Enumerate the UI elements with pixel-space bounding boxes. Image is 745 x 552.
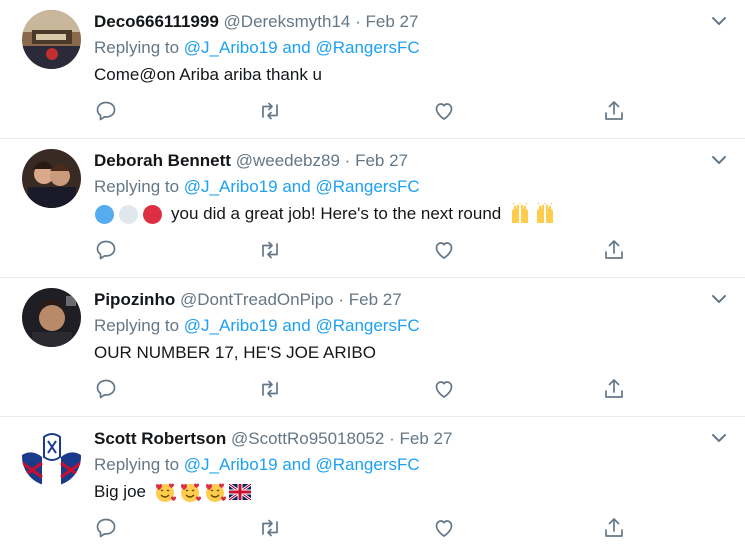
- like-heart-icon[interactable]: [432, 377, 456, 401]
- smiling-face-with-hearts-icon: [179, 481, 201, 503]
- mention-link[interactable]: @J_Aribo19: [184, 316, 278, 335]
- retweet-icon[interactable]: [258, 377, 282, 401]
- display-name[interactable]: Scott Robertson: [94, 429, 226, 448]
- chevron-down-icon[interactable]: [711, 292, 727, 304]
- tweet-body: Come@on Ariba ariba thank u: [94, 65, 322, 84]
- tweet-4[interactable]: Scott Robertson @ScottRo95018052 · Feb 2…: [0, 417, 745, 552]
- mention-link[interactable]: @RangersFC: [315, 177, 419, 196]
- replying-prefix: Replying to: [94, 38, 180, 57]
- smiling-face-with-hearts-icon: [154, 481, 176, 503]
- user-handle[interactable]: @DontTreadOnPipo: [180, 290, 334, 309]
- tweet-date[interactable]: Feb 27: [366, 12, 419, 31]
- tweet-text: Big joe: [94, 481, 254, 503]
- avatar-photo-icon: [22, 288, 81, 347]
- like-heart-icon[interactable]: [432, 516, 456, 540]
- tweet-date[interactable]: Feb 27: [355, 151, 408, 170]
- avatar-photo-icon: [22, 10, 81, 69]
- avatar[interactable]: [22, 149, 81, 208]
- tweet-date[interactable]: Feb 27: [349, 290, 402, 309]
- user-handle[interactable]: @weedebz89: [236, 151, 340, 170]
- replying-to: Replying to @J_Aribo19 and @RangersFC: [94, 177, 420, 197]
- retweet-icon[interactable]: [258, 99, 282, 123]
- tweet-body: you did a great job! Here's to the next …: [171, 204, 502, 223]
- share-icon[interactable]: [602, 377, 626, 401]
- share-icon[interactable]: [602, 238, 626, 262]
- mention-link[interactable]: @RangersFC: [315, 38, 419, 57]
- reply-icon[interactable]: [94, 99, 118, 123]
- display-name[interactable]: Deco666111999: [94, 12, 219, 31]
- user-handle[interactable]: @ScottRo95018052: [231, 429, 384, 448]
- tweet-text: you did a great job! Here's to the next …: [94, 203, 559, 225]
- blue-circle-icon: [94, 204, 115, 225]
- separator-dot: ·: [344, 151, 351, 170]
- tweet-header: Deco666111999 @Dereksmyth14 · Feb 27: [94, 12, 418, 32]
- retweet-icon[interactable]: [258, 238, 282, 262]
- tweet-body: OUR NUMBER 17, HE'S JOE ARIBO: [94, 343, 376, 362]
- reply-icon[interactable]: [94, 377, 118, 401]
- raising-hands-icon: [534, 203, 556, 225]
- tweet-header: Scott Robertson @ScottRo95018052 · Feb 2…: [94, 429, 452, 449]
- rangers-crest-avatar-icon: [22, 427, 81, 486]
- smiling-face-with-hearts-icon: [204, 481, 226, 503]
- tweet-actions: [0, 516, 745, 540]
- tweet-text: OUR NUMBER 17, HE'S JOE ARIBO: [94, 342, 376, 364]
- tweet-header: Deborah Bennett @weedebz89 · Feb 27: [94, 151, 408, 171]
- share-icon[interactable]: [602, 99, 626, 123]
- chevron-down-icon[interactable]: [711, 14, 727, 26]
- mention-link[interactable]: @J_Aribo19: [184, 455, 278, 474]
- avatar-photo-icon: [22, 149, 81, 208]
- replying-and[interactable]: and: [282, 177, 310, 196]
- tweet-header: Pipozinho @DontTreadOnPipo · Feb 27: [94, 290, 402, 310]
- tweet-body: Big joe: [94, 482, 146, 501]
- reply-icon[interactable]: [94, 238, 118, 262]
- replying-to: Replying to @J_Aribo19 and @RangersFC: [94, 316, 420, 336]
- replying-to: Replying to @J_Aribo19 and @RangersFC: [94, 38, 420, 58]
- mention-link[interactable]: @J_Aribo19: [184, 38, 278, 57]
- tweet-actions: [0, 377, 745, 401]
- replying-prefix: Replying to: [94, 455, 180, 474]
- replying-prefix: Replying to: [94, 316, 180, 335]
- tweet-actions: [0, 238, 745, 262]
- chevron-down-icon[interactable]: [711, 153, 727, 165]
- separator-dot: ·: [389, 429, 395, 448]
- mention-link[interactable]: @RangersFC: [315, 316, 419, 335]
- tweet-1[interactable]: Deco666111999 @Dereksmyth14 · Feb 27 Rep…: [0, 0, 745, 139]
- reply-icon[interactable]: [94, 516, 118, 540]
- display-name[interactable]: Pipozinho: [94, 290, 175, 309]
- red-circle-icon: [142, 204, 163, 225]
- replying-prefix: Replying to: [94, 177, 180, 196]
- replying-and[interactable]: and: [282, 38, 310, 57]
- tweet-3[interactable]: Pipozinho @DontTreadOnPipo · Feb 27 Repl…: [0, 278, 745, 417]
- tweet-2[interactable]: Deborah Bennett @weedebz89 · Feb 27 Repl…: [0, 139, 745, 278]
- like-heart-icon[interactable]: [432, 99, 456, 123]
- replying-to: Replying to @J_Aribo19 and @RangersFC: [94, 455, 420, 475]
- share-icon[interactable]: [602, 516, 626, 540]
- mention-link[interactable]: @RangersFC: [315, 455, 419, 474]
- chevron-down-icon[interactable]: [711, 431, 727, 443]
- tweet-actions: [0, 99, 745, 123]
- tweet-date[interactable]: Feb 27: [399, 429, 452, 448]
- avatar[interactable]: [22, 288, 81, 347]
- raising-hands-icon: [509, 203, 531, 225]
- mention-link[interactable]: @J_Aribo19: [184, 177, 278, 196]
- replying-and[interactable]: and: [282, 455, 310, 474]
- tweet-text: Come@on Ariba ariba thank u: [94, 64, 322, 86]
- replying-and[interactable]: and: [282, 316, 310, 335]
- avatar[interactable]: [22, 427, 81, 486]
- separator-dot: ·: [355, 12, 361, 31]
- separator-dot: ·: [338, 290, 345, 309]
- display-name[interactable]: Deborah Bennett: [94, 151, 231, 170]
- avatar[interactable]: [22, 10, 81, 69]
- like-heart-icon[interactable]: [432, 238, 456, 262]
- user-handle[interactable]: @Dereksmyth14: [224, 12, 351, 31]
- union-jack-flag-icon: [228, 484, 251, 500]
- white-circle-icon: [118, 204, 139, 225]
- retweet-icon[interactable]: [258, 516, 282, 540]
- replies-feed: Deco666111999 @Dereksmyth14 · Feb 27 Rep…: [0, 0, 745, 552]
